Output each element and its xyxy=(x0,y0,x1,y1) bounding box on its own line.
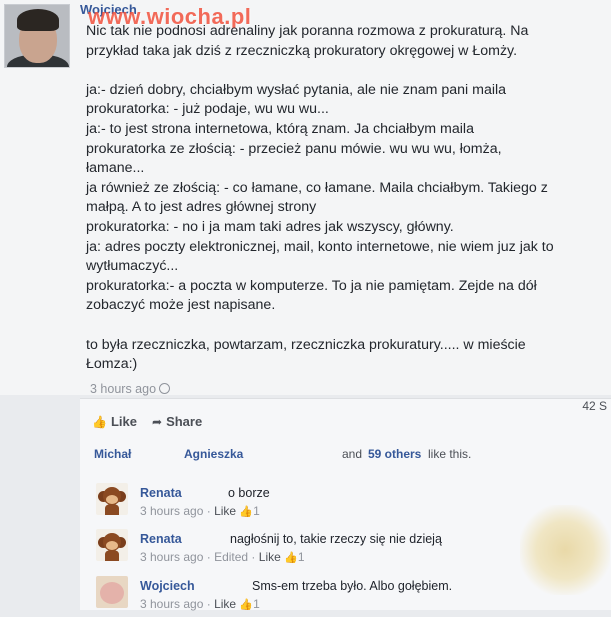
post-body: Nic tak nie podnosi adrenaliny jak poran… xyxy=(86,22,601,375)
like-label: Like xyxy=(110,414,137,429)
comment-like-count[interactable]: 1 xyxy=(253,597,260,611)
post-line: to była rzeczniczka, powtarzam, rzecznic… xyxy=(86,336,526,353)
post-line: prokuratorka ze złością: - przecież panu… xyxy=(86,140,502,157)
comment-text: Sms-em trzeba było. Albo gołębiem. xyxy=(252,579,453,593)
liker-name[interactable]: Michał xyxy=(94,447,131,461)
post-line: prokuratorka:- a poczta w komputerze. To… xyxy=(86,277,537,294)
comment-like-link[interactable]: Like xyxy=(214,504,236,518)
comment-like-link[interactable]: Like xyxy=(259,550,281,564)
edited-label[interactable]: Edited xyxy=(214,550,248,564)
comment-meta: 3 hours ago · Like 👍1 xyxy=(140,504,260,518)
comment-author[interactable]: Renata xyxy=(140,486,182,500)
post-line: ja:- to jest strona internetowa, którą z… xyxy=(86,120,474,137)
comment-text: nagłośnij to, takie rzeczy się nie dziej… xyxy=(230,532,442,546)
monkey-avatar[interactable] xyxy=(96,529,128,561)
thumbs-up-icon: 👍 xyxy=(92,415,107,429)
like-button[interactable]: 👍 Like xyxy=(92,414,137,429)
blurred-sticker xyxy=(520,505,610,595)
post-line: prokuratorka: - już podaje, wu wu wu... xyxy=(86,101,329,118)
post-line: Nic tak nie podnosi adrenaliny jak poran… xyxy=(86,23,529,39)
post-line: prokuratorka: - no i ja mam taki adres j… xyxy=(86,218,454,235)
comment-time[interactable]: 3 hours ago xyxy=(140,504,203,518)
post-line: łamane... xyxy=(86,160,145,177)
post-line: ja również ze złością: - co łamane, co ł… xyxy=(86,179,548,196)
comment-like-count[interactable]: 1 xyxy=(253,504,260,518)
post-line: ja: adres poczty elektronicznej, mail, k… xyxy=(86,238,554,255)
thumbs-up-icon: 👍 xyxy=(239,599,254,611)
comment-time[interactable]: 3 hours ago xyxy=(140,550,203,564)
share-label: Share xyxy=(166,414,203,429)
post-line: ja:- dzień dobry, chciałbym wysłać pytan… xyxy=(86,81,507,98)
comment-like-link[interactable]: Like xyxy=(214,597,236,611)
post: Wojciech www.wiocha.pl Nic tak nie podno… xyxy=(0,0,611,396)
post-timestamp[interactable]: 3 hours ago xyxy=(90,382,171,396)
post-line: zobaczyć może jest napisane. xyxy=(86,297,276,314)
likes-suffix: like this. xyxy=(428,447,472,461)
comment-meta: 3 hours ago · Edited · Like 👍1 xyxy=(140,550,305,564)
likes-summary: Michał Agnieszka and 59 others like this… xyxy=(80,438,611,474)
post-line: małpą. A to jest adres głównej strony xyxy=(86,199,317,216)
share-arrow-icon: ➦ xyxy=(152,415,163,429)
post-line: przykład taka jak dziś z rzeczniczką pro… xyxy=(86,42,518,59)
author-avatar[interactable] xyxy=(4,4,70,68)
globe-icon xyxy=(159,383,171,394)
post-time[interactable]: 3 hours ago xyxy=(90,382,156,396)
comment-time[interactable]: 3 hours ago xyxy=(140,597,203,611)
liker-name[interactable]: Agnieszka xyxy=(184,447,243,461)
others-link[interactable]: 59 others xyxy=(368,447,421,461)
post-action-bar: 👍 Like ➦ Share 42 S xyxy=(80,398,611,440)
share-count[interactable]: 42 S xyxy=(582,399,607,413)
comment-meta: 3 hours ago · Like 👍1 xyxy=(140,597,260,611)
thumbs-up-icon: 👍 xyxy=(284,552,298,564)
comment-text: o borze xyxy=(228,486,270,500)
post-line: Łomza:) xyxy=(86,356,138,373)
thumbs-up-icon: 👍 xyxy=(239,506,254,518)
comment-author[interactable]: Wojciech xyxy=(140,579,195,593)
comment-author[interactable]: Renata xyxy=(140,532,182,546)
share-button[interactable]: ➦ Share xyxy=(152,414,202,429)
likes-and: and xyxy=(342,447,363,461)
monkey-avatar[interactable] xyxy=(96,483,128,515)
post-line: wytłumaczyć... xyxy=(86,258,179,275)
sheep-avatar[interactable] xyxy=(96,576,128,608)
comment-like-count[interactable]: 1 xyxy=(298,550,305,564)
